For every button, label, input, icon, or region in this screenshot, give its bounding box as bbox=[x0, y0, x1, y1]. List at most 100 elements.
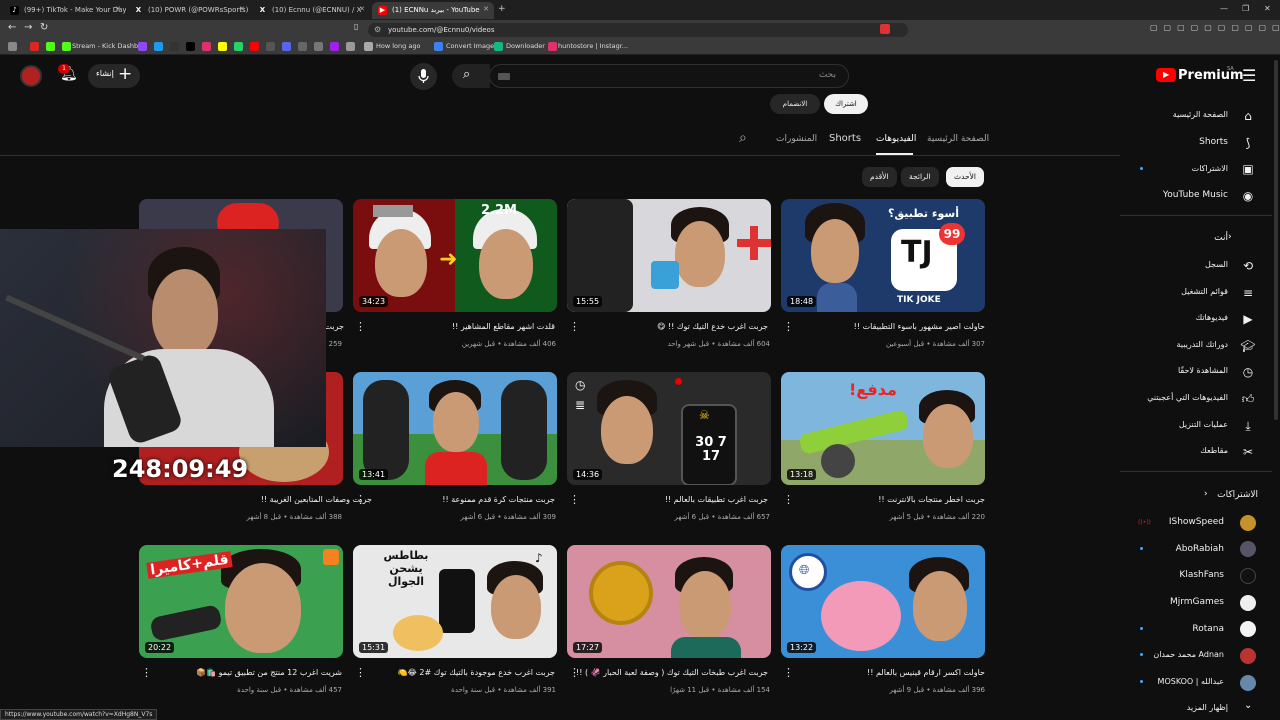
whatsapp-icon[interactable] bbox=[234, 42, 243, 51]
menu-icon[interactable]: ☰ bbox=[1242, 66, 1256, 85]
video-thumbnail[interactable]: بطاطس يشحن الجوال ♪ 15:31 bbox=[353, 545, 557, 658]
video-title[interactable]: جربت اخطر منتجات بالانترنت !! bbox=[765, 495, 985, 504]
sidebar-sub-mjrmgames[interactable]: MjrmGames bbox=[1170, 597, 1224, 607]
discord-icon[interactable] bbox=[282, 42, 291, 51]
url-field[interactable]: ⚙ youtube.com/@Ecnnu0/videos bbox=[368, 23, 908, 37]
youtube-icon[interactable] bbox=[250, 42, 259, 51]
browser-tab[interactable]: X (10) POWR (@POWRsSports) / X ✕ bbox=[128, 2, 250, 19]
sidebar-section-you[interactable]: أنت bbox=[1214, 233, 1228, 243]
add-to-queue-icon[interactable]: ≣ bbox=[575, 398, 585, 412]
kick-icon[interactable] bbox=[46, 42, 55, 51]
browser-tab[interactable]: ♪ (99+) TikTok - Make Your Day ✕ bbox=[4, 2, 126, 19]
voice-search-button[interactable] bbox=[410, 63, 437, 90]
more-options-icon[interactable]: ⋮ bbox=[783, 666, 794, 679]
video-title[interactable]: جربت اغرب تطبيقات بالعالم !! bbox=[548, 495, 768, 504]
twitch-icon[interactable] bbox=[138, 42, 147, 51]
sidebar-item-courses[interactable]: دوراتك التدريبية bbox=[1176, 340, 1228, 349]
video-thumbnail[interactable]: TJ 99 أسوء تطبيق؟ TIK JOKE 18:48 bbox=[781, 199, 985, 312]
video-thumbnail[interactable]: 13:41 bbox=[353, 372, 557, 485]
search-button[interactable]: ⌕ bbox=[452, 64, 490, 88]
more-options-icon[interactable]: ⋮ bbox=[569, 493, 580, 506]
more-options-icon[interactable]: ⋮ bbox=[569, 666, 580, 679]
sidebar-sub-rotana[interactable]: Rotana bbox=[1192, 624, 1224, 634]
x-logo-icon[interactable] bbox=[170, 42, 179, 51]
chip-oldest[interactable]: الأقدم bbox=[862, 167, 897, 187]
close-icon[interactable]: ✕ bbox=[239, 5, 245, 13]
forward-icon[interactable]: → bbox=[24, 22, 32, 33]
video-thumbnail[interactable]: قلم+كاميرا 20:22 bbox=[139, 545, 343, 658]
sidebar-item-playlists[interactable]: قوائم التشغيل bbox=[1181, 287, 1228, 296]
join-button[interactable]: الانضمام bbox=[770, 94, 820, 114]
close-icon[interactable]: ✕ bbox=[359, 5, 365, 13]
video-title[interactable]: جربت اغرب خدع موجودة بالتيك توك #2 😂🍋 bbox=[335, 668, 556, 677]
video-title[interactable]: جربت اغرب خدع التيك توك !! 😋 bbox=[548, 322, 768, 331]
close-icon[interactable]: ✕ bbox=[483, 5, 489, 13]
video-thumbnail[interactable]: ➜ 2.2M 34:23 bbox=[353, 199, 557, 312]
chip-latest[interactable]: الأحدث bbox=[946, 167, 984, 187]
extensions-icons[interactable]: ▢▢▢▢▢▢▢▢▢▢▢ bbox=[1150, 23, 1280, 32]
maximize-button[interactable]: ❐ bbox=[1242, 4, 1249, 13]
more-options-icon[interactable]: ⋮ bbox=[569, 320, 580, 333]
subscribe-button[interactable]: اشتراك bbox=[824, 94, 868, 114]
back-icon[interactable]: ← bbox=[8, 22, 16, 33]
sidebar-sub-klashfans[interactable]: KlashFans bbox=[1179, 570, 1224, 580]
reload-icon[interactable]: ↻ bbox=[40, 22, 48, 33]
sidebar-scrollbar[interactable] bbox=[1274, 60, 1278, 420]
more-options-icon[interactable]: ⋮ bbox=[355, 320, 366, 333]
apps-icon[interactable] bbox=[8, 42, 17, 51]
sidebar-item-watch-later[interactable]: المشاهدة لاحقًا bbox=[1178, 366, 1228, 375]
video-title[interactable]: حاولت اصير مشهور باسوء التطبيقات !! bbox=[765, 322, 985, 331]
bookmark-huntostore[interactable]: huntostore | Instagr... bbox=[558, 42, 628, 50]
sidebar-sub-aborabiah[interactable]: AboRabiah bbox=[1176, 544, 1224, 554]
more-options-icon[interactable]: ⋮ bbox=[355, 666, 366, 679]
bookmark-favicon-icon[interactable] bbox=[30, 42, 39, 51]
video-thumbnail[interactable]: 🌐︎ 13:22 bbox=[781, 545, 985, 658]
video-thumbnail[interactable]: مدفع! 13:18 bbox=[781, 372, 985, 485]
sidebar-item-your-videos[interactable]: فيديوهاتك bbox=[1196, 313, 1228, 322]
sidebar-section-subscriptions[interactable]: الاشتراكات bbox=[1217, 490, 1258, 500]
bookmark-favicon-icon[interactable] bbox=[154, 42, 163, 51]
video-title[interactable]: شريت اغرب 12 منتج من تطبيق تيمو 🛍️📦 bbox=[122, 668, 342, 677]
youtube-logo-icon[interactable]: ▶ bbox=[1156, 68, 1176, 82]
tiktok-icon[interactable] bbox=[186, 42, 195, 51]
sidebar-item-downloads[interactable]: عمليات التنزيل bbox=[1179, 420, 1228, 429]
more-options-icon[interactable]: ⋮ bbox=[783, 493, 794, 506]
more-options-icon[interactable]: ⋮ bbox=[783, 320, 794, 333]
site-info-icon[interactable]: ⚙ bbox=[374, 25, 381, 34]
bookmark-favicon-icon[interactable] bbox=[266, 42, 275, 51]
video-title[interactable]: جربت وصفات المتابعين الغريبة !! bbox=[152, 495, 372, 504]
more-options-icon[interactable]: ⋮ bbox=[141, 666, 152, 679]
create-button[interactable]: إنشاء + bbox=[88, 64, 140, 88]
browser-tab-active[interactable]: ▶ (1) ECNNu بيربد - YouTube ✕ bbox=[372, 2, 494, 19]
close-window-button[interactable]: ✕ bbox=[1264, 4, 1271, 13]
video-title[interactable]: حاولت اكسر ارقام قينيس بالعالم !! bbox=[765, 668, 985, 677]
sidebar-sub-ishowspeed[interactable]: IShowSpeed bbox=[1169, 517, 1224, 527]
chip-popular[interactable]: الرائجة bbox=[901, 167, 939, 187]
sidebar-item-history[interactable]: السجل bbox=[1205, 260, 1228, 269]
search-input[interactable]: بحث bbox=[819, 70, 836, 80]
video-title[interactable]: قلدت اشهر مقاطع المشاهير !! bbox=[335, 322, 555, 331]
bookmark-favicon-icon[interactable] bbox=[298, 42, 307, 51]
sidebar-item-home[interactable]: الصفحة الرئيسية bbox=[1173, 110, 1228, 119]
sidebar-item-shorts[interactable]: Shorts bbox=[1199, 137, 1228, 147]
sidebar-sub-moskoo[interactable]: MOSKOO | عبدالله bbox=[1158, 677, 1224, 686]
account-avatar[interactable] bbox=[20, 65, 42, 87]
keyboard-icon[interactable] bbox=[498, 73, 510, 80]
bookmark-favicon-icon[interactable] bbox=[346, 42, 355, 51]
bookmark-icon[interactable]: ▯ bbox=[354, 22, 358, 31]
video-thumbnail[interactable]: 15:55 bbox=[567, 199, 771, 312]
tab-shorts[interactable]: Shorts bbox=[829, 133, 861, 144]
tab-home[interactable]: الصفحة الرئيسية bbox=[927, 134, 989, 144]
sidebar-item-youtube-music[interactable]: YouTube Music bbox=[1163, 190, 1228, 200]
sidebar-sub-adnan[interactable]: محمد حمدان Adnan bbox=[1153, 650, 1224, 659]
new-tab-button[interactable]: + bbox=[498, 4, 506, 14]
watch-later-icon[interactable]: ◷ bbox=[575, 378, 585, 392]
sidebar-item-clips[interactable]: مقاطعك bbox=[1200, 446, 1228, 455]
brave-shield-icon[interactable] bbox=[880, 24, 890, 34]
bookmark-convert-image[interactable]: Convert Image bbox=[446, 42, 494, 50]
browser-tab[interactable]: X (10) Ecnnu (@ECNNU) / X ✕ bbox=[252, 2, 370, 19]
sidebar-item-liked-videos[interactable]: الفيديوهات التي أعجبتني bbox=[1147, 393, 1228, 402]
bookmark-favicon-icon[interactable] bbox=[314, 42, 323, 51]
bookmark-kick-dashboard[interactable]: Stream - Kick Dashb... bbox=[72, 42, 144, 50]
video-thumbnail[interactable]: ☠ 30 7 17 ◷ ≣ 14:36 bbox=[567, 372, 771, 485]
